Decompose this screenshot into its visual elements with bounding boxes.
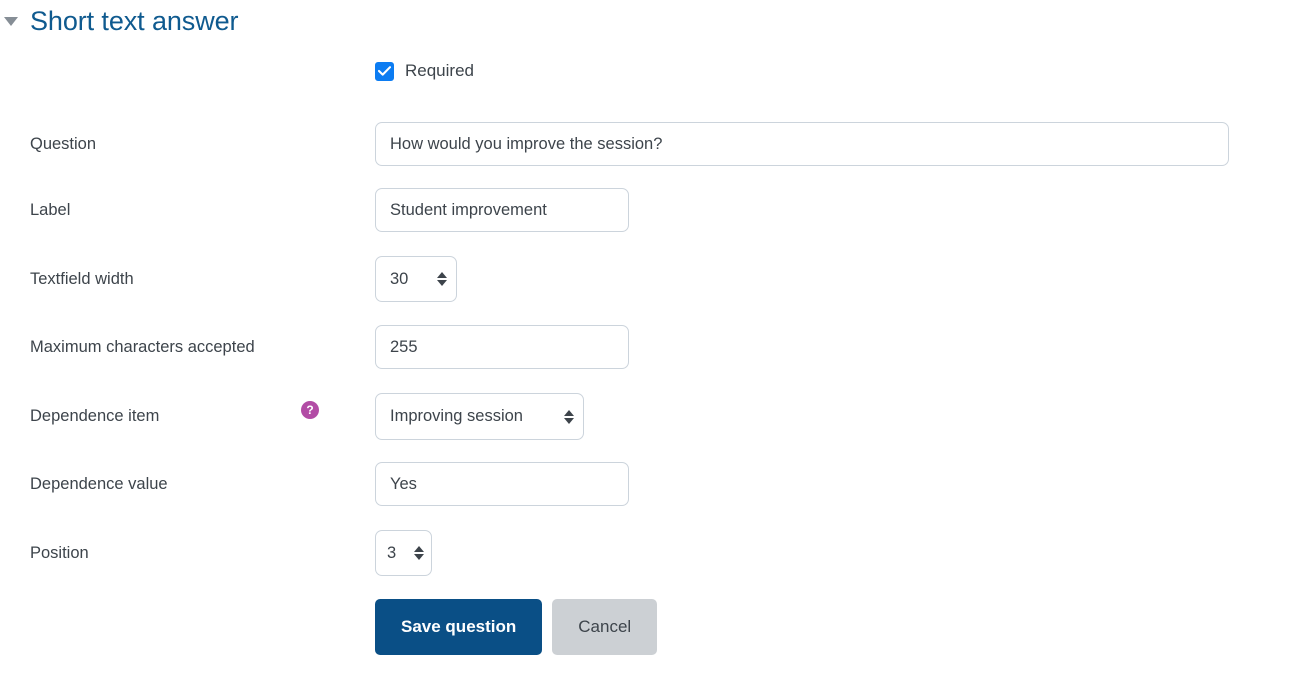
caret-down-icon[interactable] — [2, 12, 20, 30]
label-dependence-value: Dependence value — [30, 475, 168, 493]
help-question-icon-glyph: ? — [301, 401, 319, 419]
checkmark-icon — [378, 66, 391, 76]
textfield-width-select[interactable]: 30 — [375, 256, 457, 302]
required-checkbox-row[interactable]: Required — [375, 61, 474, 81]
help-question-icon[interactable]: ? — [301, 401, 319, 419]
dependence-value-input[interactable] — [375, 462, 629, 506]
label-textfield-width: Textfield width — [30, 270, 134, 288]
label-dependence-item: Dependence item — [30, 407, 160, 425]
required-checkbox-label[interactable]: Required — [405, 61, 474, 81]
save-question-button[interactable]: Save question — [375, 599, 543, 655]
dependence-item-select[interactable]: Improving session — [375, 393, 584, 440]
chevron-updown-icon — [409, 546, 424, 560]
label-input[interactable] — [375, 188, 629, 232]
cancel-button[interactable]: Cancel — [552, 599, 658, 655]
label-question: Question — [30, 135, 97, 153]
required-checkbox[interactable] — [375, 61, 394, 81]
label-maximum-characters-accepted: Maximum characters accepted — [30, 338, 255, 356]
position-value: 3 — [387, 543, 397, 562]
page-title: Short text answer — [30, 6, 239, 36]
chevron-updown-icon — [554, 409, 574, 424]
question-input[interactable] — [375, 122, 1229, 166]
label-position: Position — [30, 544, 89, 562]
position-select[interactable]: 3 — [375, 530, 432, 576]
dependence-item-value: Improving session — [390, 407, 523, 426]
section-header: Short text answer — [0, 4, 239, 38]
form-actions: Save question Cancel — [375, 599, 658, 655]
chevron-updown-icon — [427, 272, 447, 286]
textfield-width-value: 30 — [390, 269, 409, 288]
label-label: Label — [30, 201, 71, 219]
maximum-characters-accepted-input[interactable] — [375, 325, 629, 369]
